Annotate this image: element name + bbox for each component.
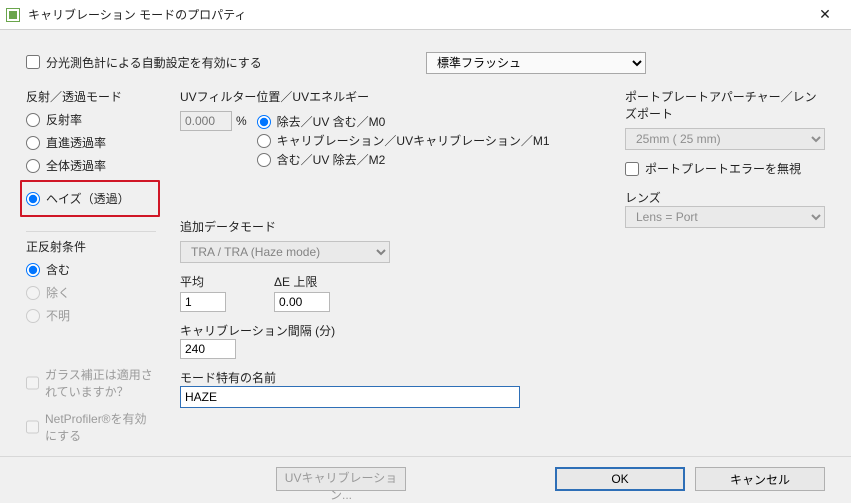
dialog-body: 分光測色計による自動設定を有効にする 標準フラッシュ 反射／透過モード 反射率 …	[0, 30, 851, 501]
mode-total-trans[interactable]: 全体透過率	[26, 157, 156, 174]
extra-mode-select: TRA / TRA (Haze mode)	[180, 241, 390, 263]
uv-unit: %	[236, 114, 247, 128]
interval-input[interactable]	[180, 339, 236, 359]
port-select: 25mm ( 25 mm)	[625, 128, 825, 150]
mode-group-label: 反射／透過モード	[26, 88, 156, 105]
port-ignore-error-checkbox[interactable]: ポートプレートエラーを無視	[625, 160, 801, 177]
mode-name-label: モード特有の名前	[180, 369, 601, 386]
glass-checkbox: ガラス補正は適用されていますか？	[26, 366, 156, 400]
mode-reflectance[interactable]: 反射率	[26, 111, 156, 128]
avg-input[interactable]	[180, 292, 226, 312]
lens-select: Lens = Port	[625, 206, 825, 228]
auto-set-label: 分光測色計による自動設定を有効にする	[46, 54, 262, 71]
cancel-button[interactable]: キャンセル	[695, 467, 825, 491]
close-icon[interactable]: ✕	[805, 1, 845, 29]
specular-unknown: 不明	[26, 307, 156, 324]
lens-label: レンズ	[625, 189, 825, 206]
mode-direct-trans[interactable]: 直進透過率	[26, 134, 156, 151]
uv-calibration-button: UVキャリブレーション...	[276, 467, 406, 491]
uv-value-input	[180, 111, 232, 131]
de-limit-label: ΔE 上限	[274, 273, 330, 290]
ok-button[interactable]: OK	[555, 467, 685, 491]
port-label: ポートプレートアパーチャー／レンズポート	[625, 88, 825, 122]
uv-filter-label: UVフィルター位置／UVエネルギー	[180, 88, 601, 105]
app-icon	[6, 8, 20, 22]
netprofiler-checkbox: NetProfiler®を有効にする	[26, 410, 156, 444]
interval-label: キャリブレーション間隔 (分)	[180, 322, 601, 339]
footer: UVキャリブレーション... OK キャンセル	[0, 456, 851, 491]
uv-opt-0[interactable]: 除去／UV 含む／M0	[257, 113, 601, 130]
mode-haze[interactable]: ヘイズ（透過）	[26, 190, 154, 207]
de-limit-input[interactable]	[274, 292, 330, 312]
auto-set-input[interactable]	[26, 55, 40, 69]
flash-select[interactable]: 標準フラッシュ	[426, 52, 646, 74]
extra-mode-label: 追加データモード	[180, 218, 601, 235]
mode-name-input[interactable]	[180, 386, 520, 408]
specular-excluded: 除く	[26, 284, 156, 301]
uv-opt-1[interactable]: キャリブレーション／UVキャリブレーション／M1	[257, 132, 601, 149]
titlebar: キャリブレーション モードのプロパティ ✕	[0, 0, 851, 30]
avg-label: 平均	[180, 273, 226, 290]
window-title: キャリブレーション モードのプロパティ	[28, 6, 805, 23]
specular-group-label: 正反射条件	[26, 238, 156, 255]
specular-included[interactable]: 含む	[26, 261, 156, 278]
uv-opt-2[interactable]: 含む／UV 除去／M2	[257, 151, 601, 168]
auto-set-checkbox[interactable]: 分光測色計による自動設定を有効にする	[26, 54, 262, 71]
